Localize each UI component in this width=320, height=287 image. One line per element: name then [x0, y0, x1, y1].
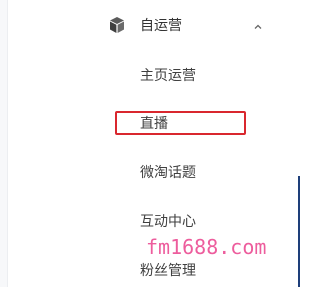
right-edge-bar: [298, 176, 300, 287]
menu-item-live[interactable]: 直播: [140, 114, 168, 134]
menu-item-weitao-topics[interactable]: 微淘话题: [140, 163, 196, 183]
menu-group-title: 自运营: [140, 18, 182, 34]
page: 自运营 主页运营 直播 微淘话题 互动中心 粉丝管理 fm1688.com: [0, 0, 303, 287]
menu-group-self-operation[interactable]: 自运营: [8, 0, 288, 50]
left-panel-edge: [0, 0, 8, 287]
watermark-text: fm1688.com: [146, 235, 267, 259]
cube-icon: [108, 16, 126, 34]
menu-item-live-highlight[interactable]: [115, 111, 246, 135]
menu-item-interaction-center[interactable]: 互动中心: [140, 212, 196, 232]
chevron-up-icon[interactable]: [252, 18, 264, 30]
menu-item-fan-management[interactable]: 粉丝管理: [140, 261, 196, 281]
menu-item-homepage-operation[interactable]: 主页运营: [140, 66, 196, 86]
